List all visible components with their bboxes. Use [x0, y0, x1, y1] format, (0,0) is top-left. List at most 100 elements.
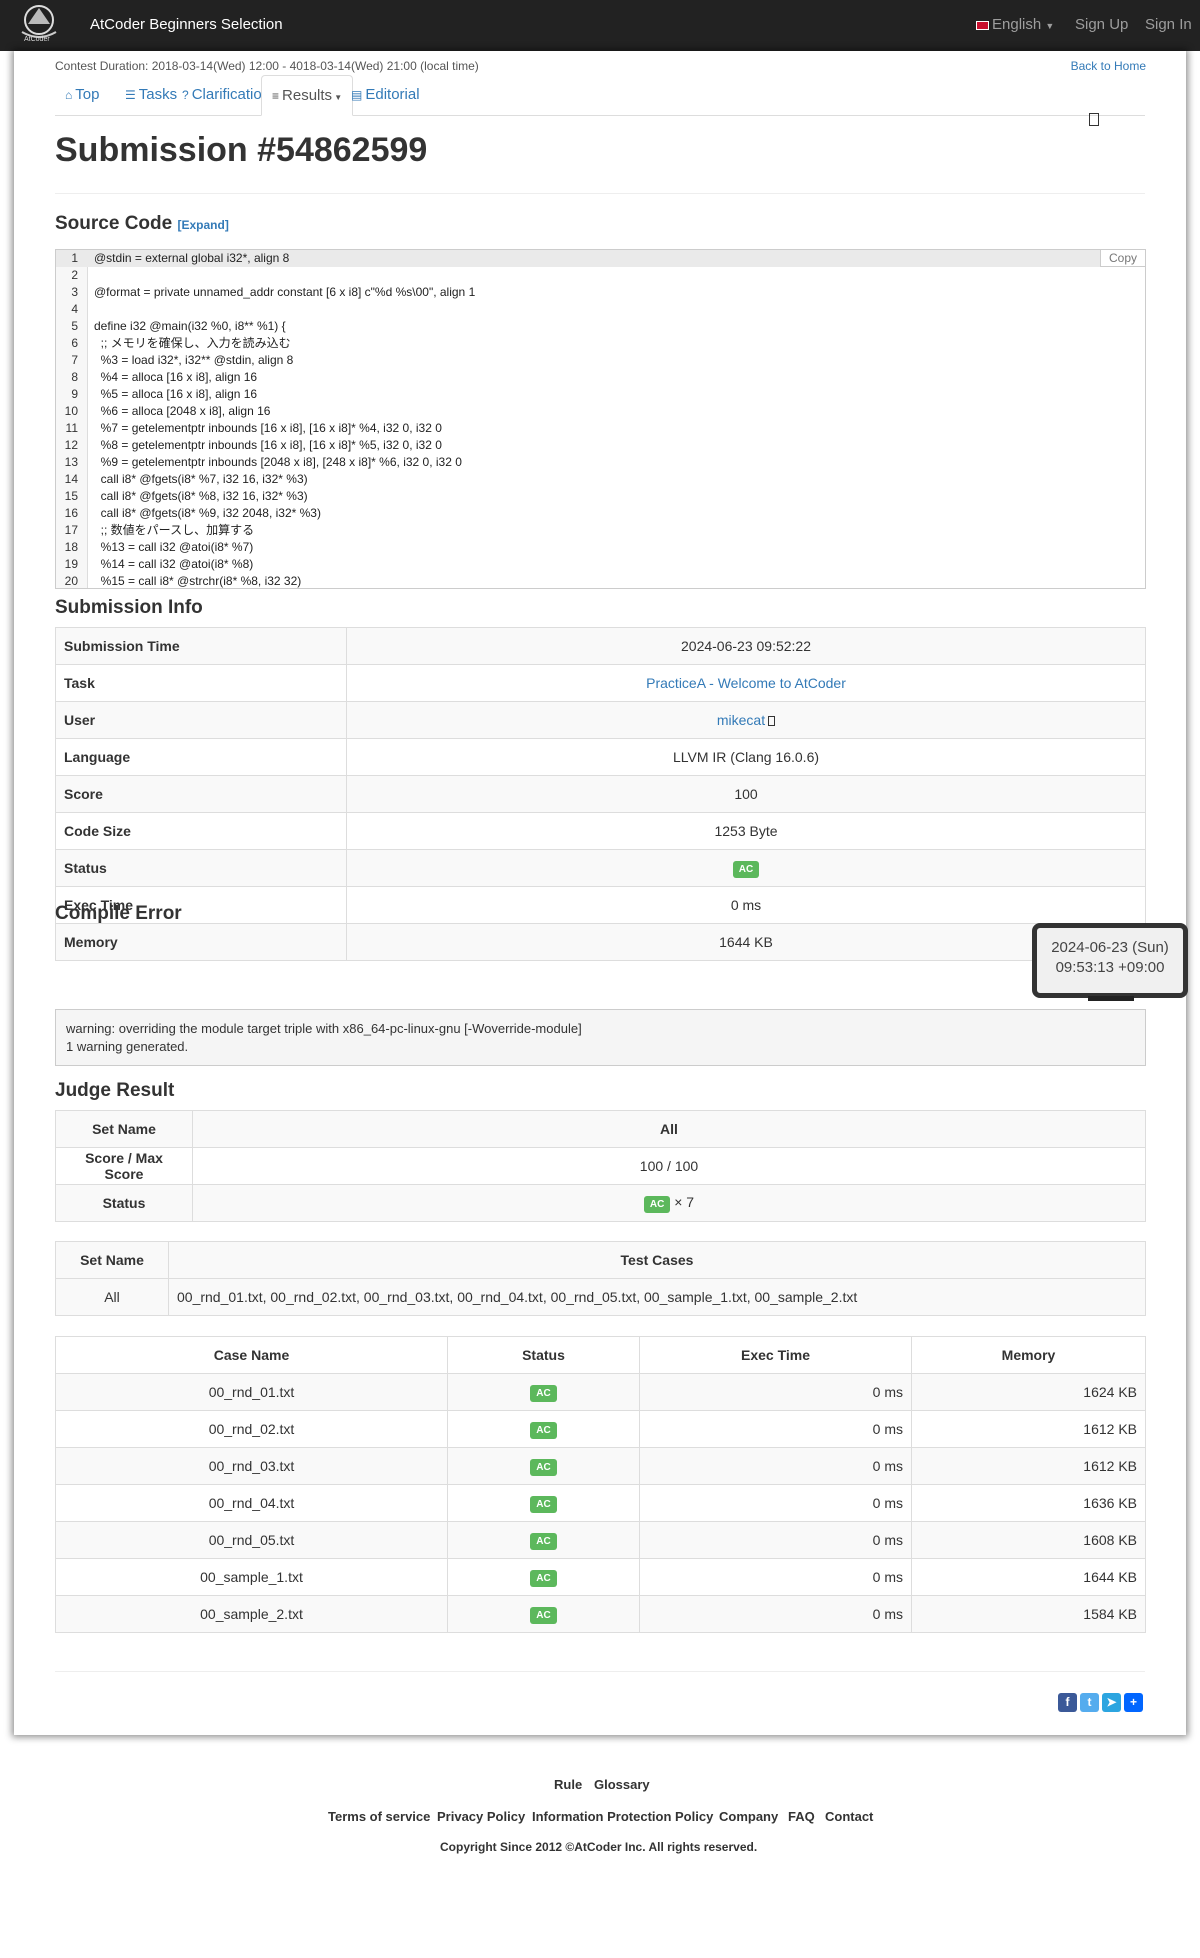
sign-up-link[interactable]: Sign Up: [1075, 16, 1128, 33]
exec-time-cell: 0 ms: [639, 1373, 912, 1411]
judge-result-heading: Judge Result: [55, 1080, 175, 1101]
code-line: 20 %15 = call i8* @strchr(i8* %8, i32 32…: [56, 573, 1145, 588]
status-cell: AC: [447, 1558, 640, 1596]
code-text: call i8* @fgets(i8* %7, i32 16, i32* %3): [94, 472, 308, 486]
code-text: @stdin = external global i32*, align 8: [94, 251, 290, 265]
info-key: Memory: [55, 923, 347, 961]
contact-link[interactable]: Contact: [825, 1809, 873, 1824]
code-text: call i8* @fgets(i8* %9, i32 2048, i32* %…: [94, 506, 321, 520]
info-value-cell: PracticeA - Welcome to AtCoder: [346, 664, 1146, 702]
ac-badge: AC: [732, 860, 760, 878]
info-value-cell: 0 ms: [346, 886, 1146, 924]
ac-badge: AC: [530, 1495, 557, 1513]
page-title: Submission #54862599: [55, 131, 428, 169]
code-line: 16 call i8* @fgets(i8* %9, i32 2048, i32…: [56, 505, 1145, 522]
memory-cell: 1584 KB: [911, 1595, 1146, 1633]
list-icon: ≡: [272, 89, 280, 103]
code-line: 2: [56, 267, 1145, 284]
table-header-row: Case Name Status Exec Time Memory: [55, 1336, 1146, 1374]
company-link[interactable]: Company: [719, 1809, 778, 1824]
line-number: 2: [71, 268, 78, 282]
expand-link[interactable]: [Expand]: [177, 218, 228, 232]
info-key: Score: [55, 775, 347, 813]
tab-results[interactable]: ≡ Results ▼: [261, 75, 354, 116]
code-text: %6 = alloca [2048 x i8], align 16: [94, 404, 271, 418]
code-line: 8 %4 = alloca [16 x i8], align 16: [56, 369, 1145, 386]
heading-text: Source Code: [55, 213, 173, 234]
info-value-cell: LLVM IR (Clang 16.0.6): [346, 738, 1146, 776]
submission-info-heading: Submission Info: [55, 597, 203, 618]
user-link[interactable]: mikecat: [717, 712, 765, 728]
code-text: %8 = getelementptr inbounds [16 x i8], […: [94, 438, 442, 452]
facebook-share-icon[interactable]: f: [1058, 1693, 1077, 1712]
ac-badge: AC: [530, 1458, 557, 1476]
code-line: 7 %3 = load i32*, i32** @stdin, align 8: [56, 352, 1145, 369]
contest-duration: Contest Duration: 2018-03-14(Wed) 12:00 …: [55, 59, 479, 73]
language-dropdown[interactable]: English ▼: [976, 16, 1054, 33]
code-text: @format = private unnamed_addr constant …: [94, 285, 476, 299]
case-name-cell: 00_sample_2.txt: [55, 1595, 448, 1633]
info-value: 0 ms: [730, 897, 762, 913]
glossary-link[interactable]: Glossary: [594, 1777, 650, 1792]
telegram-share-icon[interactable]: ➤: [1102, 1693, 1121, 1712]
share-plus-icon[interactable]: +: [1124, 1693, 1143, 1712]
case-name-cell: 00_rnd_02.txt: [55, 1410, 448, 1448]
status-header[interactable]: Status: [447, 1336, 640, 1374]
info-value: 100: [734, 786, 758, 802]
privacy-link[interactable]: Privacy Policy: [437, 1809, 525, 1824]
rule-link[interactable]: Rule: [554, 1777, 582, 1792]
divider: [55, 1671, 1145, 1672]
line-number: 11: [65, 421, 78, 435]
code-line: 5 define i32 @main(i32 %0, i8** %1) {: [56, 318, 1145, 335]
memory-cell: 1612 KB: [911, 1410, 1146, 1448]
task-link[interactable]: PracticeA - Welcome to AtCoder: [646, 675, 846, 691]
faq-link[interactable]: FAQ: [788, 1809, 815, 1824]
exec-time-header[interactable]: Exec Time: [639, 1336, 912, 1374]
exec-time-cell: 0 ms: [639, 1558, 912, 1596]
case-name-cell: 00_sample_1.txt: [55, 1558, 448, 1596]
copy-button[interactable]: Copy: [1099, 250, 1145, 267]
score-label: Score / Max Score: [55, 1147, 193, 1185]
memory-cell: 1636 KB: [911, 1484, 1146, 1522]
judge-summary-table: Set Name All Score / Max Score 100 / 100 S…: [55, 1110, 1146, 1222]
case-results-table: Case Name Status Exec Time Memory 00_rnd…: [55, 1336, 1146, 1633]
user-search-icon[interactable]: [768, 716, 776, 727]
code-line: 13 %9 = getelementptr inbounds [2048 x i…: [56, 454, 1145, 471]
case-name-header[interactable]: Case Name: [55, 1336, 448, 1374]
info-key: Submission Time: [55, 627, 347, 665]
back-to-home-link[interactable]: Back to Home: [1071, 59, 1146, 73]
sign-in-link[interactable]: Sign In: [1145, 16, 1192, 33]
code-text: %9 = getelementptr inbounds [2048 x i8],…: [94, 455, 462, 469]
memory-header[interactable]: Memory: [911, 1336, 1146, 1374]
contest-tabs: ⌂ Top ☰ Tasks ? Clarifications ≡ Results ▼ ▤…: [55, 75, 1145, 126]
status-cell: AC: [447, 1410, 640, 1448]
set-all-header: All: [192, 1110, 1146, 1148]
info-value-cell: AC: [346, 849, 1146, 887]
table-row: Submission Time 2024-06-23 09:52:22: [55, 627, 1146, 665]
fullscreen-icon[interactable]: [1089, 113, 1099, 126]
set-name-header: Set Name: [55, 1110, 193, 1148]
line-number: 20: [64, 574, 78, 588]
source-code-block[interactable]: 1 @stdin = external global i32*, align 8 2…: [55, 249, 1146, 589]
copyright: Copyright Since 2012 ©AtCoder Inc. All r…: [440, 1840, 757, 1854]
twitter-share-icon[interactable]: t: [1080, 1693, 1099, 1712]
tab-editorial[interactable]: ▤ Editorial: [341, 75, 430, 116]
tooltip-arrow: [1088, 996, 1134, 1001]
code-text: ;; メモリを確保し、入力を読み込む: [94, 336, 291, 350]
case-name-cell: 00_rnd_04.txt: [55, 1484, 448, 1522]
memory-cell: 1608 KB: [911, 1521, 1146, 1559]
code-text: %5 = alloca [16 x i8], align 16: [94, 387, 258, 401]
source-code-heading: Source Code [Expand]: [55, 213, 229, 235]
tab-label: Editorial: [365, 86, 420, 103]
ac-badge: AC: [530, 1532, 557, 1550]
info-value: LLVM IR (Clang 16.0.6): [672, 749, 820, 765]
table-row: Exec Time 0 ms: [55, 886, 1146, 924]
memory-cell: 1624 KB: [911, 1373, 1146, 1411]
terms-link[interactable]: Terms of service: [328, 1809, 430, 1824]
info-protection-link[interactable]: Information Protection Policy: [532, 1809, 713, 1824]
tab-top[interactable]: ⌂ Top: [55, 75, 109, 116]
case-name-cell: 00_rnd_05.txt: [55, 1521, 448, 1559]
exec-time-cell: 0 ms: [639, 1447, 912, 1485]
line-number: 16: [64, 506, 78, 520]
contest-name-link[interactable]: AtCoder Beginners Selection: [90, 16, 283, 33]
